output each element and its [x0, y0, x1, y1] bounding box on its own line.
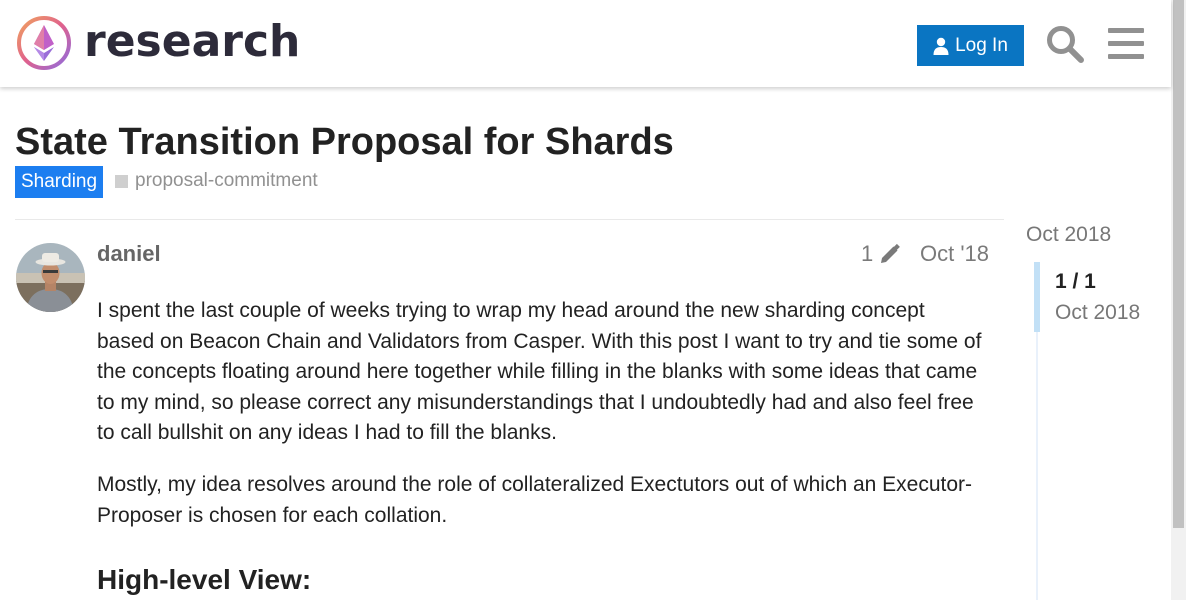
section-heading: High-level View: [97, 564, 312, 596]
topic-title[interactable]: State Transition Proposal for Shards [15, 120, 674, 164]
scrollbar-thumb[interactable] [1173, 0, 1184, 528]
divider [15, 219, 1004, 220]
post-paragraph: Mostly, my idea resolves around the role… [97, 472, 973, 527]
timeline-scroll-handle[interactable] [1034, 262, 1040, 332]
user-icon [933, 37, 949, 55]
login-button[interactable]: Log In [917, 25, 1024, 66]
hamburger-menu-icon[interactable] [1106, 24, 1146, 64]
site-header: research Log In [0, 0, 1171, 87]
login-label: Log In [955, 34, 1008, 56]
edit-history-button[interactable]: 1 [861, 241, 901, 267]
pencil-icon [881, 243, 901, 263]
avatar-image [16, 243, 85, 312]
page: research Log In State Transition Proposa… [0, 0, 1186, 600]
username[interactable]: daniel [97, 241, 161, 267]
edit-count: 1 [861, 241, 874, 266]
timeline-position: 1 / 1 [1055, 270, 1096, 293]
category-badge[interactable]: Sharding [15, 166, 104, 198]
post-date[interactable]: Oct '18 [920, 241, 989, 267]
timeline-start-date[interactable]: Oct 2018 [1026, 222, 1111, 248]
tag-square-icon [115, 174, 128, 188]
search-icon[interactable] [1045, 24, 1085, 64]
scrollbar[interactable] [1171, 0, 1186, 600]
post-paragraph: I spent the last couple of weeks trying … [97, 299, 982, 445]
ethereum-logo-icon[interactable] [16, 15, 72, 71]
post-body: I spent the last couple of weeks trying … [97, 296, 982, 597]
timeline-date: Oct 2018 [1055, 301, 1141, 324]
avatar[interactable] [16, 243, 85, 312]
tag-proposal-commitment[interactable]: proposal-commitment [115, 170, 318, 192]
tag-label: proposal-commitment [135, 170, 318, 191]
site-name[interactable]: research [84, 14, 300, 70]
